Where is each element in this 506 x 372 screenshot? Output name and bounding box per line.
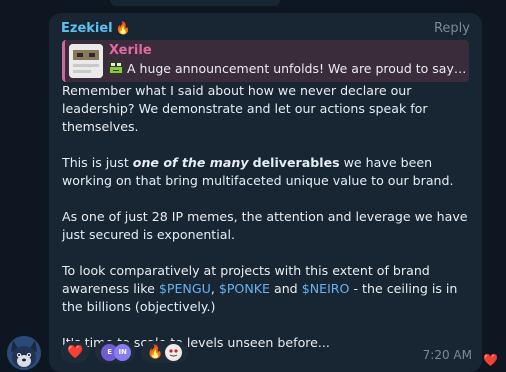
message-paragraph-2: This is just one of the many deliverable… xyxy=(62,155,454,188)
cashtag-ponke[interactable]: $PONKE xyxy=(219,281,270,296)
fire-icon: 🔥 xyxy=(147,344,164,360)
message-bubble[interactable]: Ezekiel 🔥 Reply Xerile A huge announcemen… xyxy=(49,13,482,372)
reaction-heart[interactable]: ❤️ xyxy=(61,341,90,363)
quote-preview: A huge announcement unfolds! We are prou… xyxy=(109,61,469,76)
message-text: Remember what I said about how we never … xyxy=(62,82,472,352)
cashtag-pengu[interactable]: $PENGU xyxy=(159,281,211,296)
reply-button[interactable]: Reply xyxy=(434,21,470,36)
wolf-avatar-icon xyxy=(7,336,41,370)
reactor-avatar-2: IN xyxy=(114,343,132,361)
message-paragraph-4: To look comparatively at projects with t… xyxy=(62,263,458,314)
sender-avatar[interactable] xyxy=(7,336,41,370)
pixel-frog-icon xyxy=(109,61,123,75)
quoted-message[interactable]: Xerile A huge announcement unfolds! We a… xyxy=(62,40,469,82)
quote-sender-name: Xerile xyxy=(109,43,152,58)
cashtag-neiro[interactable]: $NEIRO xyxy=(302,281,350,296)
reaction-fire[interactable]: 🔥 xyxy=(141,341,189,363)
heart-icon: ❤️ xyxy=(67,344,84,360)
reactor-avatar-3 xyxy=(165,343,183,361)
fire-emoji-icon: 🔥 xyxy=(115,21,131,35)
reactions-bar: ❤️ E IN 🔥 xyxy=(61,341,194,363)
previous-message-edge xyxy=(110,0,280,6)
message-paragraph-1: Remember what I said about how we never … xyxy=(62,83,428,134)
sender-name[interactable]: Ezekiel 🔥 xyxy=(61,21,131,36)
quote-thumbnail xyxy=(69,44,103,78)
side-heart-icon[interactable]: ❤️ xyxy=(483,353,498,367)
message-timestamp: 7:20 AM xyxy=(422,348,472,362)
message-paragraph-3: As one of just 28 IP memes, the attentio… xyxy=(62,209,468,242)
reaction-reactors[interactable]: E IN xyxy=(95,341,136,363)
